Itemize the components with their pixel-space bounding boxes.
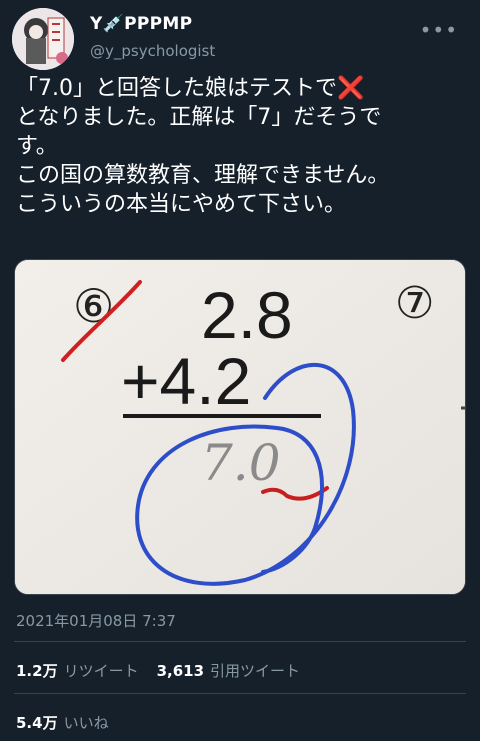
avatar[interactable] [12,8,74,70]
tweet-text: 「7.0」と回答した娘はテストで❌ となりました。正解は「7」だそうで す。 こ… [16,74,468,219]
tweet-photo[interactable]: ⑥ ⑦ 2.8 +4.2 7.0 [14,259,466,595]
cross-mark-emoji: ❌ [337,76,365,101]
tweet-text-segment: 「7.0」と回答した娘はテストで [16,76,337,101]
tweet-line: 「7.0」と回答した娘はテストで❌ [16,74,468,103]
test-paper-image: ⑥ ⑦ 2.8 +4.2 7.0 [15,260,465,594]
handwritten-answer: 7.0 [201,434,281,492]
quotes-label[interactable]: 引用ツイート [210,660,300,681]
more-horizontal-icon[interactable]: ••• [420,18,458,42]
tweet-header: Y💉PPPMP @y_psychologist ••• [0,0,480,70]
tweet-line: こういうの本当にやめて下さい。 [16,192,347,217]
tweet-line: この国の算数教育、理解できません。 [16,163,390,188]
problem-number-right: ⑦ [395,278,434,329]
tweet-timestamp[interactable]: 2021年01月08日 7:37 [16,610,176,631]
retweets-label[interactable]: リツイート [64,660,139,681]
user-handle[interactable]: @y_psychologist [90,42,215,60]
display-name[interactable]: Y💉PPPMP [90,14,192,34]
avatar-image [12,8,74,70]
likes-stat: 5.4万 いいね [16,712,109,733]
divider [14,641,466,642]
bottom-number: +4.2 [121,344,251,418]
tweet-line: となりました。正解は「7」だそうで [16,105,382,130]
top-number: 2.8 [201,278,293,352]
quotes-count[interactable]: 3,613 [157,662,204,680]
retweets-count[interactable]: 1.2万 [16,660,58,681]
likes-count[interactable]: 5.4万 [16,712,58,733]
tweet-line: す。 [16,134,58,159]
likes-label[interactable]: いいね [64,712,109,733]
divider [14,693,466,694]
tweet-stats: 1.2万 リツイート 3,613 引用ツイート [16,660,312,681]
problem-number-left: ⑥ [73,279,114,333]
